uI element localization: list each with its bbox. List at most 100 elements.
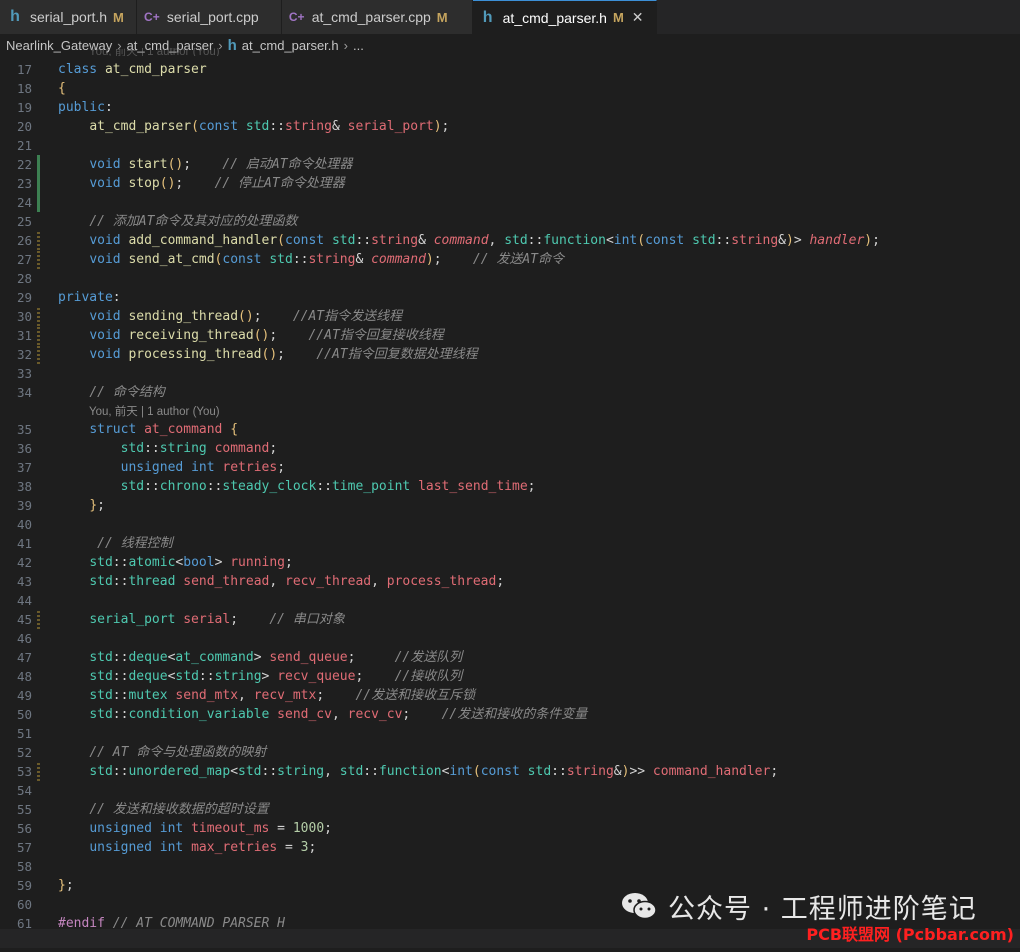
- tab-label: serial_port.cpp: [166, 9, 259, 25]
- code-text: std::deque<at_command> send_queue; //发送队…: [89, 650, 463, 665]
- breadcrumb-item[interactable]: at_cmd_parser.h: [242, 38, 339, 53]
- code-line[interactable]: 52 // AT 命令与处理函数的映射: [0, 743, 1020, 762]
- breadcrumb-item[interactable]: ...: [353, 38, 364, 53]
- line-number: 36: [16, 441, 32, 456]
- code-line[interactable]: 39 };: [0, 496, 1020, 515]
- code-text: };: [58, 878, 74, 893]
- git-change-marker[interactable]: [37, 231, 40, 250]
- line-number: 32: [16, 347, 32, 362]
- line-number: 30: [16, 309, 32, 324]
- codelens-blame[interactable]: You, 前天 | 1 author (You): [89, 48, 220, 56]
- code-line[interactable]: 58: [0, 857, 1020, 876]
- code-text: void add_command_handler(const std::stri…: [89, 233, 880, 248]
- line-number: 39: [16, 498, 32, 513]
- code-line[interactable]: 48 std::deque<std::string> recv_queue; /…: [0, 667, 1020, 686]
- tab-at-cmd-parser-cpp[interactable]: C+ at_cmd_parser.cpp M: [281, 0, 473, 34]
- line-number: 26: [16, 233, 32, 248]
- tab-at-cmd-parser-h[interactable]: h at_cmd_parser.h M ✕: [472, 0, 657, 34]
- git-change-marker[interactable]: [37, 155, 40, 174]
- watermark-site: PCB联盟网 (Pcbbar.com): [806, 925, 1014, 944]
- code-text: {: [58, 81, 66, 96]
- wechat-icon: [622, 893, 657, 920]
- code-line[interactable]: 28: [0, 269, 1020, 288]
- code-line[interactable]: 31 void receiving_thread(); //AT指令回复接收线程: [0, 326, 1020, 345]
- code-line[interactable]: 25 // 添加AT命令及其对应的处理函数: [0, 212, 1020, 231]
- line-number: 53: [16, 764, 32, 779]
- code-line[interactable]: 44: [0, 591, 1020, 610]
- code-line[interactable]: 46: [0, 629, 1020, 648]
- code-text: std::chrono::steady_clock::time_point la…: [120, 479, 536, 494]
- line-number: 23: [16, 176, 32, 191]
- code-line[interactable]: 27 void send_at_cmd(const std::string& c…: [0, 250, 1020, 269]
- code-line[interactable]: 17 class at_cmd_parser: [0, 60, 1020, 79]
- code-text: unsigned int timeout_ms = 1000;: [89, 821, 332, 836]
- code-line[interactable]: 22 void start(); // 启动AT命令处理器: [0, 155, 1020, 174]
- line-number: 57: [16, 840, 32, 855]
- code-line[interactable]: 24: [0, 193, 1020, 212]
- git-change-marker[interactable]: [37, 345, 40, 364]
- code-text: std::unordered_map<std::string, std::fun…: [89, 764, 779, 779]
- code-line[interactable]: 30 void sending_thread(); //AT指令发送线程: [0, 307, 1020, 326]
- line-number: 37: [16, 460, 32, 475]
- git-change-marker[interactable]: [37, 307, 40, 326]
- code-line[interactable]: 29 private:: [0, 288, 1020, 307]
- code-line[interactable]: 33: [0, 364, 1020, 383]
- code-line[interactable]: 57 unsigned int max_retries = 3;: [0, 838, 1020, 857]
- code-editor[interactable]: You, 前天 | 1 author (You) 17 class at_cmd_…: [0, 48, 1020, 950]
- line-number: 31: [16, 328, 32, 343]
- line-number: 22: [16, 157, 32, 172]
- code-line[interactable]: 21: [0, 136, 1020, 155]
- code-line[interactable]: 53 std::unordered_map<std::string, std::…: [0, 762, 1020, 781]
- codelens-blame[interactable]: You, 前天 | 1 author (You): [89, 403, 220, 420]
- code-line[interactable]: 23 void stop(); // 停止AT命令处理器: [0, 174, 1020, 193]
- code-line[interactable]: 43 std::thread send_thread, recv_thread,…: [0, 572, 1020, 591]
- code-line[interactable]: 36 std::string command;: [0, 439, 1020, 458]
- code-line[interactable]: 54: [0, 781, 1020, 800]
- git-change-marker[interactable]: [37, 193, 40, 212]
- cpp-file-icon: C+: [144, 10, 160, 24]
- code-line[interactable]: 45 serial_port serial; // 串口对象: [0, 610, 1020, 629]
- close-icon[interactable]: ✕: [632, 9, 644, 26]
- code-line[interactable]: 51: [0, 724, 1020, 743]
- code-line[interactable]: 20 at_cmd_parser(const std::string& seri…: [0, 117, 1020, 136]
- code-text: std::thread send_thread, recv_thread, pr…: [89, 574, 505, 589]
- code-line[interactable]: 56 unsigned int timeout_ms = 1000;: [0, 819, 1020, 838]
- code-text: // 命令结构: [89, 385, 165, 400]
- git-change-marker[interactable]: [37, 174, 40, 193]
- code-line[interactable]: 55 // 发送和接收数据的超时设置: [0, 800, 1020, 819]
- code-line[interactable]: 19 public:: [0, 98, 1020, 117]
- tab-serial-port-cpp[interactable]: C+ serial_port.cpp: [136, 0, 282, 34]
- code-text: at_cmd_parser(const std::string& serial_…: [89, 119, 450, 134]
- code-line[interactable]: 18 {: [0, 79, 1020, 98]
- git-change-marker[interactable]: [37, 326, 40, 345]
- code-text: };: [89, 498, 105, 513]
- code-line[interactable]: 37 unsigned int retries;: [0, 458, 1020, 477]
- git-change-marker[interactable]: [37, 250, 40, 269]
- tab-serial-port-h[interactable]: h serial_port.h M: [0, 0, 137, 34]
- code-line[interactable]: 32 void processing_thread(); //AT指令回复数据处…: [0, 345, 1020, 364]
- code-text: void processing_thread(); //AT指令回复数据处理线程: [89, 347, 478, 362]
- code-line[interactable]: 40: [0, 515, 1020, 534]
- code-line[interactable]: 42 std::atomic<bool> running;: [0, 553, 1020, 572]
- code-line[interactable]: 34 // 命令结构: [0, 383, 1020, 402]
- line-number: 43: [16, 574, 32, 589]
- tab-label: at_cmd_parser.cpp: [311, 9, 431, 25]
- code-line[interactable]: 35 struct at_command {: [0, 420, 1020, 439]
- line-number: 46: [16, 631, 32, 646]
- code-line[interactable]: 49 std::mutex send_mtx, recv_mtx; //发送和接…: [0, 686, 1020, 705]
- git-change-marker[interactable]: [37, 610, 40, 629]
- code-line[interactable]: 26 void add_command_handler(const std::s…: [0, 231, 1020, 250]
- code-text: unsigned int max_retries = 3;: [89, 840, 317, 855]
- code-line[interactable]: 50 std::condition_variable send_cv, recv…: [0, 705, 1020, 724]
- watermark-text: 公众号 · 工程师进阶笔记: [668, 893, 977, 925]
- line-number: 58: [16, 859, 32, 874]
- line-number: 59: [16, 878, 32, 893]
- code-text: std::deque<std::string> recv_queue; //接收…: [89, 669, 463, 684]
- git-change-marker[interactable]: [37, 762, 40, 781]
- code-line[interactable]: 38 std::chrono::steady_clock::time_point…: [0, 477, 1020, 496]
- code-text: void send_at_cmd(const std::string& comm…: [89, 252, 565, 267]
- code-text: void sending_thread(); //AT指令发送线程: [89, 309, 403, 324]
- code-line[interactable]: 41 // 线程控制: [0, 534, 1020, 553]
- line-number: 33: [16, 366, 32, 381]
- code-line[interactable]: 47 std::deque<at_command> send_queue; //…: [0, 648, 1020, 667]
